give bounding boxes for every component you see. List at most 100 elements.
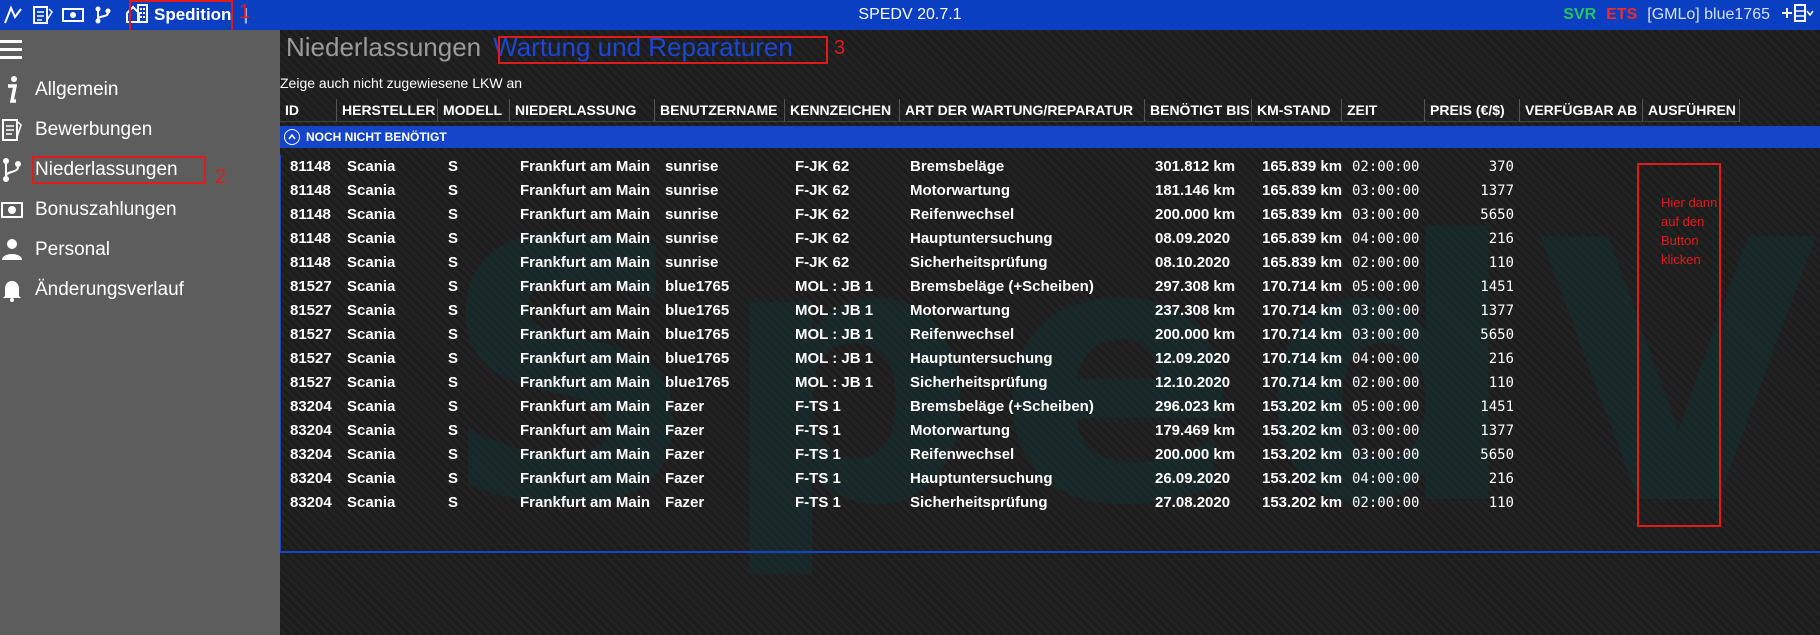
table-cell: 08.09.2020 xyxy=(1155,230,1231,247)
table-cell: 83204 xyxy=(290,446,332,463)
table-row[interactable]: 83204 Scania S Frankfurt am Main Fazer F-TS 1… xyxy=(280,467,1820,491)
table-row[interactable]: 81527 Scania S Frankfurt am Main blue1765 MOL… xyxy=(280,371,1820,395)
table-cell: 216 xyxy=(1488,471,1514,487)
table-row[interactable]: 81148 Scania S Frankfurt am Main sunrise F-JK… xyxy=(280,179,1820,203)
table-row[interactable]: 83204 Scania S Frankfurt am Main Fazer F-TS 1… xyxy=(280,419,1820,443)
route-icon[interactable] xyxy=(2,4,24,26)
column-header[interactable]: ID xyxy=(280,99,337,121)
table-cell: F-JK 62 xyxy=(795,182,850,199)
branch-icon[interactable] xyxy=(92,4,114,26)
column-header[interactable]: AUSFÜHREN xyxy=(1643,99,1740,121)
table-cell: Frankfurt am Main xyxy=(520,350,651,367)
table-cell: Scania xyxy=(347,278,396,295)
table-row[interactable]: 81527 Scania S Frankfurt am Main blue1765 MOL… xyxy=(280,275,1820,299)
documents-icon[interactable] xyxy=(32,4,54,26)
table-cell: MOL : JB 1 xyxy=(795,350,874,367)
app-title: SPEDV 20.7.1 xyxy=(858,6,962,23)
table-row[interactable]: 81148 Scania S Frankfurt am Main sunrise F-JK… xyxy=(280,155,1820,179)
table-cell: 03:00:00 xyxy=(1352,303,1420,319)
table-row[interactable]: 83204 Scania S Frankfurt am Main Fazer F-TS 1… xyxy=(280,443,1820,467)
table-cell: Reifenwechsel xyxy=(910,446,1015,463)
table-cell: S xyxy=(448,470,459,487)
sidebar-item-bonuszahlungen[interactable]: Bonuszahlungen xyxy=(0,192,280,228)
table-cell: 12.10.2020 xyxy=(1155,374,1231,391)
table-cell: blue1765 xyxy=(665,350,730,367)
table-cell: S xyxy=(448,182,459,199)
table-cell: Frankfurt am Main xyxy=(520,446,651,463)
table-cell: 370 xyxy=(1488,159,1514,175)
documents-icon xyxy=(0,115,24,145)
hamburger-menu-icon[interactable] xyxy=(0,40,22,62)
table-cell: 83204 xyxy=(290,422,332,439)
table-cell: S xyxy=(448,206,459,223)
table-cell: Bremsbeläge (+Scheiben) xyxy=(910,398,1094,415)
table-cell: Frankfurt am Main xyxy=(520,206,651,223)
table-row[interactable]: 83204 Scania S Frankfurt am Main Fazer F-TS 1… xyxy=(280,395,1820,419)
svr-status[interactable]: SVR xyxy=(1563,6,1596,24)
table-row[interactable]: 83204 Scania S Frankfurt am Main Fazer F-TS 1… xyxy=(280,491,1820,515)
table-row[interactable]: 81527 Scania S Frankfurt am Main blue1765 MOL… xyxy=(280,323,1820,347)
table-cell: blue1765 xyxy=(665,278,730,295)
group-header-noch-nicht-benoetigt[interactable]: NOCH NICHT BENÖTIGT xyxy=(280,126,1820,148)
table-cell: 04:00:00 xyxy=(1352,351,1420,367)
table-cell: 165.839 km xyxy=(1262,230,1342,247)
table-cell: Scania xyxy=(347,374,396,391)
table-cell: 83204 xyxy=(290,398,332,415)
table-cell: 1377 xyxy=(1480,303,1514,319)
table-cell: S xyxy=(448,398,459,415)
column-header[interactable]: ZEIT xyxy=(1342,99,1425,121)
column-header[interactable]: NIEDERLASSUNG xyxy=(510,99,655,121)
annotation-box-click-hint: Hier dann auf den Button klicken xyxy=(1637,163,1721,527)
table-cell: F-JK 62 xyxy=(795,206,850,223)
table-row[interactable]: 81148 Scania S Frankfurt am Main sunrise F-JK… xyxy=(280,203,1820,227)
table-cell: Frankfurt am Main xyxy=(520,422,651,439)
annotation-number-3: 3 xyxy=(834,37,846,59)
table-cell: 200.000 km xyxy=(1155,446,1236,463)
column-header[interactable]: BENÖTIGT BIS xyxy=(1145,99,1252,121)
sidebar-item-personal[interactable]: Personal xyxy=(0,232,280,268)
column-header[interactable]: PREIS (€/$) xyxy=(1425,99,1520,121)
column-header[interactable]: BENUTZERNAME xyxy=(655,99,785,121)
collapse-chevron-icon[interactable] xyxy=(284,129,300,145)
column-header[interactable]: VERFÜGBAR AB xyxy=(1520,99,1643,121)
table-row[interactable]: 81527 Scania S Frankfurt am Main blue1765 MOL… xyxy=(280,299,1820,323)
table-border-bottom xyxy=(280,551,1820,553)
show-unassigned-toggle[interactable]: Zeige auch nicht zugewiesene LKW an xyxy=(280,75,522,91)
add-window-icon[interactable] xyxy=(1780,3,1814,28)
table-cell: 296.023 km xyxy=(1155,398,1236,415)
table-cell: Scania xyxy=(347,254,396,271)
table-cell: 02:00:00 xyxy=(1352,375,1420,391)
table-cell: S xyxy=(448,350,459,367)
breadcrumb-niederlassungen[interactable]: Niederlassungen xyxy=(286,32,481,63)
table-cell: MOL : JB 1 xyxy=(795,302,874,319)
table-cell: Scania xyxy=(347,302,396,319)
table-cell: Scania xyxy=(347,494,396,511)
table-row[interactable]: 81148 Scania S Frankfurt am Main sunrise F-JK… xyxy=(280,227,1820,251)
sidebar: Allgemein Bewerbungen Niederlassungen Bo… xyxy=(0,30,280,635)
sidebar-item-aenderungsverlauf[interactable]: Änderungsverlauf xyxy=(0,272,280,308)
money-icon[interactable] xyxy=(62,4,84,26)
table-row[interactable]: 81148 Scania S Frankfurt am Main sunrise F-JK… xyxy=(280,251,1820,275)
table-cell: Scania xyxy=(347,230,396,247)
sidebar-item-allgemein[interactable]: Allgemein xyxy=(0,72,280,108)
person-icon xyxy=(0,235,24,265)
table-cell: MOL : JB 1 xyxy=(795,374,874,391)
table-cell: Frankfurt am Main xyxy=(520,254,651,271)
column-header[interactable]: MODELL xyxy=(438,99,510,121)
column-header[interactable]: HERSTELLER xyxy=(337,99,438,121)
column-header[interactable]: KENNZEICHEN xyxy=(785,99,900,121)
column-header[interactable]: KM-STAND xyxy=(1252,99,1342,121)
table-cell: 27.08.2020 xyxy=(1155,494,1231,511)
ets-status[interactable]: ETS xyxy=(1606,6,1637,24)
table-cell: Hauptuntersuchung xyxy=(910,470,1053,487)
column-header[interactable]: ART DER WARTUNG/REPARATUR xyxy=(900,99,1145,121)
table-cell: Reifenwechsel xyxy=(910,206,1015,223)
table-row[interactable]: 81527 Scania S Frankfurt am Main blue1765 MOL… xyxy=(280,347,1820,371)
annotation-box-2 xyxy=(32,156,206,184)
sidebar-item-bewerbungen[interactable]: Bewerbungen xyxy=(0,112,280,148)
table-cell: Hauptuntersuchung xyxy=(910,230,1053,247)
user-label[interactable]: [GMLo] blue1765 xyxy=(1647,6,1770,24)
table-cell: 200.000 km xyxy=(1155,206,1236,223)
table-cell: 153.202 km xyxy=(1262,422,1342,439)
table-cell: 5650 xyxy=(1480,447,1514,463)
